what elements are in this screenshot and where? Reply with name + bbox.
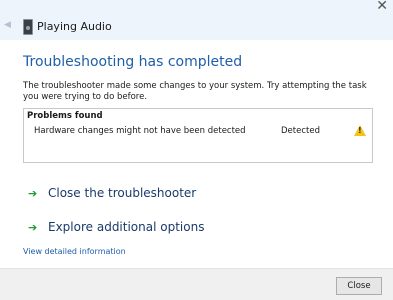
footer-bar: Close [0, 268, 393, 300]
speaker-icon [23, 19, 33, 35]
close-troubleshooter-link[interactable]: ➔ Close the troubleshooter [28, 186, 196, 200]
problems-title: Problems found [27, 111, 103, 121]
green-arrow-icon: ➔ [28, 187, 38, 200]
warning-icon [354, 125, 366, 136]
title-bar: ◀ Playing Audio ✕ [0, 0, 393, 40]
close-icon[interactable]: ✕ [376, 0, 388, 14]
window-title: Playing Audio [37, 20, 112, 33]
green-arrow-icon: ➔ [28, 221, 38, 234]
problem-description: Hardware changes might not have been det… [34, 126, 246, 136]
problems-found-panel: Problems found Hardware changes might no… [23, 108, 373, 163]
description-text: The troubleshooter made some changes to … [23, 81, 367, 102]
troubleshooter-window: ◀ Playing Audio ✕ Troubleshooting has co… [0, 0, 393, 300]
back-icon[interactable]: ◀ [4, 20, 11, 30]
page-title: Troubleshooting has completed [23, 54, 243, 70]
explore-options-link[interactable]: ➔ Explore additional options [28, 220, 204, 234]
problem-status: Detected [281, 126, 320, 136]
action-label: Close the troubleshooter [48, 186, 197, 200]
action-label: Explore additional options [48, 220, 205, 234]
view-detailed-information-link[interactable]: View detailed information [23, 247, 126, 256]
close-button[interactable]: Close [336, 277, 382, 295]
